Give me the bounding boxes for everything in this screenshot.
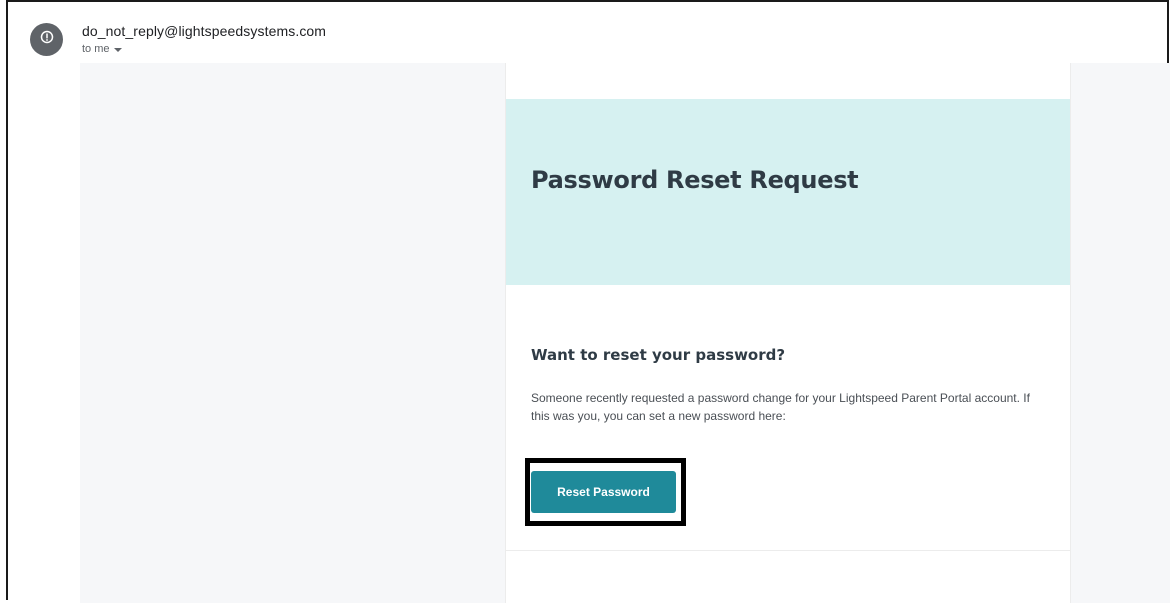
email-body-text: Someone recently requested a password ch…: [531, 391, 1030, 423]
sender-address[interactable]: do_not_reply@lightspeedsystems.com: [82, 23, 326, 39]
email-card: Password Reset Request Want to reset you…: [505, 63, 1071, 603]
reset-password-button[interactable]: Reset Password: [531, 471, 676, 513]
info-circle-icon: [40, 30, 54, 49]
recipient-label: to me: [82, 43, 110, 55]
content-divider: [506, 550, 1070, 551]
email-viewer: do_not_reply@lightspeedsystems.com to me…: [6, 0, 1170, 603]
sender-avatar[interactable]: [30, 23, 63, 56]
recipient-details[interactable]: to me: [82, 43, 122, 55]
caret-down-icon[interactable]: [113, 47, 122, 52]
email-title: Password Reset Request: [531, 166, 859, 194]
email-subheading: Want to reset your password?: [531, 346, 786, 364]
